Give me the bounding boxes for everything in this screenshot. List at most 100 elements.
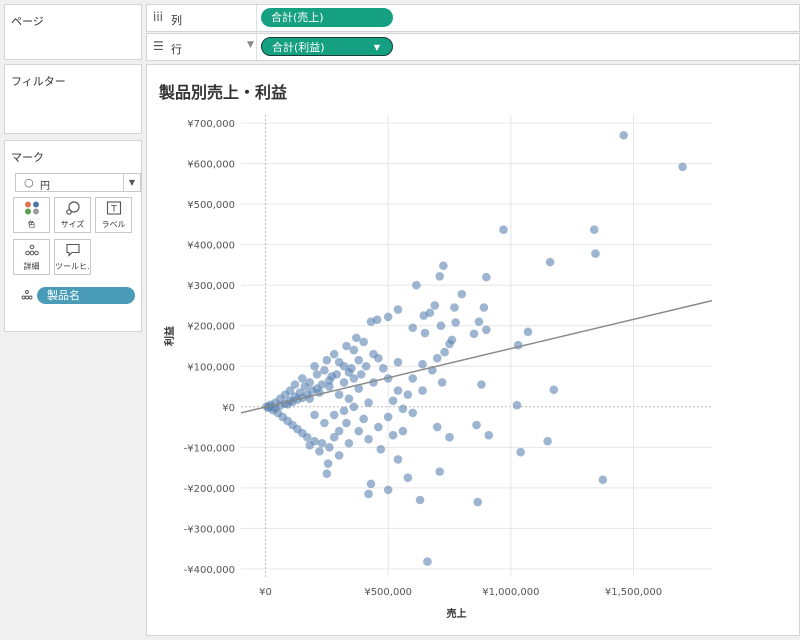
data-point[interactable]: [320, 418, 329, 428]
size-button[interactable]: サイズ: [54, 197, 91, 233]
data-point[interactable]: [423, 557, 432, 566]
data-point[interactable]: [477, 380, 486, 389]
data-point[interactable]: [418, 359, 427, 369]
detail-button[interactable]: 詳細: [13, 239, 50, 275]
data-point[interactable]: [364, 489, 373, 499]
data-point[interactable]: [374, 422, 383, 432]
data-point[interactable]: [545, 257, 555, 267]
data-point[interactable]: [315, 447, 324, 456]
data-point[interactable]: [334, 390, 344, 399]
data-point[interactable]: [361, 361, 371, 371]
data-point[interactable]: [388, 430, 398, 440]
pages-card[interactable]: ページ: [4, 4, 142, 60]
rows-shelf[interactable]: ☰ 行 ▼ 合計(利益) ▼: [146, 33, 800, 61]
data-point[interactable]: [354, 355, 364, 365]
data-point[interactable]: [325, 443, 334, 452]
data-point[interactable]: [523, 327, 533, 337]
data-point[interactable]: [298, 374, 307, 383]
data-point[interactable]: [339, 406, 349, 416]
data-point[interactable]: [451, 318, 460, 327]
data-point[interactable]: [312, 370, 322, 379]
data-point[interactable]: [598, 475, 608, 485]
data-point[interactable]: [354, 426, 364, 436]
data-point[interactable]: [388, 396, 398, 406]
data-point[interactable]: [366, 479, 376, 489]
data-point[interactable]: [334, 451, 344, 460]
data-point[interactable]: [420, 328, 430, 338]
data-point[interactable]: [408, 323, 418, 333]
data-point[interactable]: [445, 432, 454, 442]
data-point[interactable]: [408, 408, 418, 418]
data-point[interactable]: [383, 312, 393, 322]
detail-field-pill[interactable]: 製品名: [37, 287, 135, 304]
data-point[interactable]: [499, 225, 508, 234]
data-point[interactable]: [393, 305, 403, 314]
data-point[interactable]: [378, 363, 388, 373]
data-point[interactable]: [366, 317, 376, 326]
data-point[interactable]: [474, 317, 484, 326]
data-point[interactable]: [435, 467, 445, 476]
data-point[interactable]: [619, 130, 628, 140]
data-point[interactable]: [430, 301, 440, 310]
data-point[interactable]: [332, 370, 341, 379]
data-point[interactable]: [419, 311, 429, 320]
data-point[interactable]: [310, 436, 319, 446]
data-point[interactable]: [436, 321, 446, 331]
data-point[interactable]: [320, 366, 329, 375]
data-point[interactable]: [403, 473, 413, 483]
data-point[interactable]: [472, 420, 481, 430]
data-point[interactable]: [329, 349, 339, 359]
data-point[interactable]: [393, 386, 403, 395]
data-point[interactable]: [432, 353, 442, 363]
data-point[interactable]: [549, 385, 559, 395]
rows-pill-profit[interactable]: 合計(利益) ▼: [261, 37, 393, 56]
data-point[interactable]: [302, 432, 312, 442]
data-point[interactable]: [342, 418, 351, 428]
rows-shelf-caret-icon[interactable]: ▼: [247, 40, 254, 50]
data-point[interactable]: [473, 497, 483, 507]
data-point[interactable]: [469, 329, 479, 339]
data-point[interactable]: [349, 402, 359, 412]
data-point[interactable]: [351, 333, 361, 343]
data-point[interactable]: [356, 370, 366, 379]
data-point[interactable]: [512, 400, 522, 410]
data-point[interactable]: [344, 438, 354, 448]
data-point[interactable]: [322, 355, 332, 365]
data-point[interactable]: [398, 426, 408, 436]
data-point[interactable]: [415, 495, 425, 505]
data-point[interactable]: [344, 394, 354, 403]
tooltip-button[interactable]: ツールヒ…: [54, 239, 91, 275]
chevron-down-icon[interactable]: ▼: [374, 38, 380, 57]
data-point[interactable]: [589, 225, 599, 234]
data-point[interactable]: [403, 390, 413, 399]
columns-shelf[interactable]: iii 列 合計(売上): [146, 4, 800, 32]
columns-pill-sales[interactable]: 合計(売上): [261, 8, 393, 27]
data-point[interactable]: [408, 374, 418, 383]
data-point[interactable]: [329, 410, 339, 420]
data-point[interactable]: [457, 289, 467, 299]
data-point[interactable]: [349, 345, 359, 355]
data-point[interactable]: [591, 249, 600, 258]
filters-card[interactable]: フィルター: [4, 64, 142, 134]
data-point[interactable]: [393, 455, 403, 464]
data-point[interactable]: [369, 349, 378, 359]
data-point[interactable]: [359, 337, 368, 347]
data-point[interactable]: [543, 436, 552, 446]
data-point[interactable]: [376, 445, 386, 454]
data-point[interactable]: [359, 414, 368, 424]
data-point[interactable]: [325, 376, 334, 385]
data-point[interactable]: [393, 357, 403, 367]
chevron-down-icon[interactable]: ▼: [123, 174, 140, 191]
data-point[interactable]: [310, 410, 319, 420]
data-point[interactable]: [450, 303, 459, 312]
data-point[interactable]: [364, 398, 373, 408]
data-point[interactable]: [418, 386, 427, 395]
data-point[interactable]: [317, 438, 327, 448]
data-point[interactable]: [364, 434, 373, 444]
data-point[interactable]: [678, 162, 687, 172]
data-point[interactable]: [479, 303, 489, 312]
data-point[interactable]: [482, 272, 491, 282]
data-point[interactable]: [322, 469, 332, 478]
data-point[interactable]: [347, 363, 356, 373]
color-button[interactable]: 色: [13, 197, 50, 233]
